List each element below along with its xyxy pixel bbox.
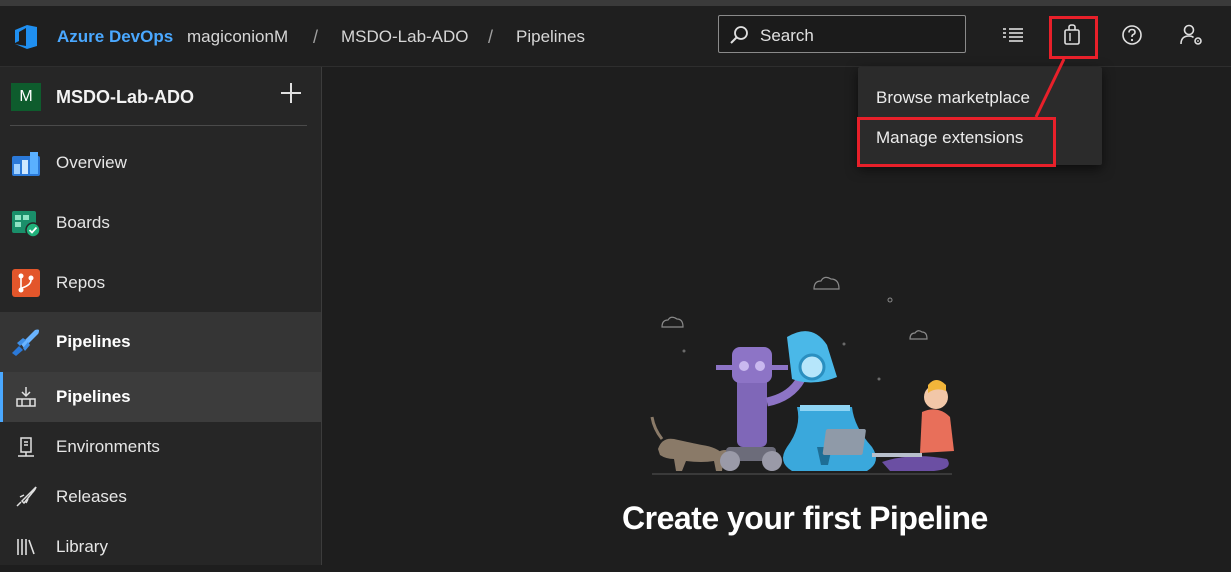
sidebar-item-boards[interactable]: Boards bbox=[0, 193, 321, 253]
help-icon[interactable] bbox=[1116, 19, 1148, 51]
breadcrumb-separator: / bbox=[488, 27, 494, 47]
search-icon bbox=[730, 26, 748, 44]
overview-icon bbox=[12, 152, 40, 176]
menu-item-browse-marketplace[interactable]: Browse marketplace bbox=[876, 88, 1030, 108]
pipelines-icon bbox=[12, 329, 39, 356]
sidebar-subitem-label: Library bbox=[56, 537, 108, 556]
project-name[interactable]: MSDO-Lab-ADO bbox=[56, 87, 194, 108]
library-icon bbox=[17, 539, 35, 555]
breadcrumb-pipelines[interactable]: Pipelines bbox=[516, 27, 585, 47]
project-avatar: M bbox=[11, 83, 41, 111]
project-divider bbox=[10, 125, 307, 126]
breadcrumb-organization[interactable]: magiconionM bbox=[187, 27, 288, 47]
sidebar: M MSDO-Lab-ADO Overview Boards Repos Pip… bbox=[0, 67, 322, 565]
breadcrumb-separator: / bbox=[313, 27, 319, 47]
sidebar-subitem-label: Environments bbox=[56, 437, 160, 456]
highlight-box-marketplace-icon bbox=[1049, 16, 1098, 59]
sidebar-item-pipelines[interactable]: Pipelines bbox=[0, 312, 321, 372]
sidebar-item-label: Boards bbox=[56, 213, 110, 232]
highlight-connector-line bbox=[1034, 58, 1066, 118]
sidebar-subitem-environments[interactable]: Environments bbox=[0, 422, 321, 472]
sidebar-subitem-releases[interactable]: Releases bbox=[0, 472, 321, 522]
highlight-box-manage-extensions bbox=[857, 117, 1056, 167]
task-list-icon[interactable] bbox=[997, 19, 1029, 51]
search-box[interactable]: Search bbox=[718, 15, 966, 53]
sidebar-item-repos[interactable]: Repos bbox=[0, 253, 321, 313]
repos-icon bbox=[12, 269, 40, 297]
user-settings-icon[interactable] bbox=[1176, 19, 1208, 51]
brand-link[interactable]: Azure DevOps bbox=[57, 27, 173, 47]
environments-icon bbox=[18, 437, 34, 457]
sidebar-item-overview[interactable]: Overview bbox=[0, 133, 321, 193]
sidebar-subitem-pipelines[interactable]: Pipelines bbox=[0, 372, 321, 422]
sidebar-item-label: Overview bbox=[56, 153, 127, 172]
project-header[interactable]: M MSDO-Lab-ADO bbox=[0, 67, 321, 125]
sidebar-subitem-label: Pipelines bbox=[56, 387, 131, 406]
sidebar-subitem-label: Releases bbox=[56, 487, 127, 506]
breadcrumb-project[interactable]: MSDO-Lab-ADO bbox=[341, 27, 469, 47]
sidebar-item-label: Pipelines bbox=[56, 332, 131, 351]
azure-devops-logo-icon[interactable] bbox=[12, 24, 40, 50]
sidebar-item-label: Repos bbox=[56, 273, 106, 292]
pipelines-sub-icon bbox=[16, 387, 36, 407]
add-icon[interactable] bbox=[277, 79, 305, 107]
releases-icon bbox=[16, 486, 37, 507]
empty-state-title: Create your first Pipeline bbox=[622, 500, 988, 536]
boards-icon bbox=[12, 211, 41, 238]
search-placeholder: Search bbox=[760, 26, 814, 45]
